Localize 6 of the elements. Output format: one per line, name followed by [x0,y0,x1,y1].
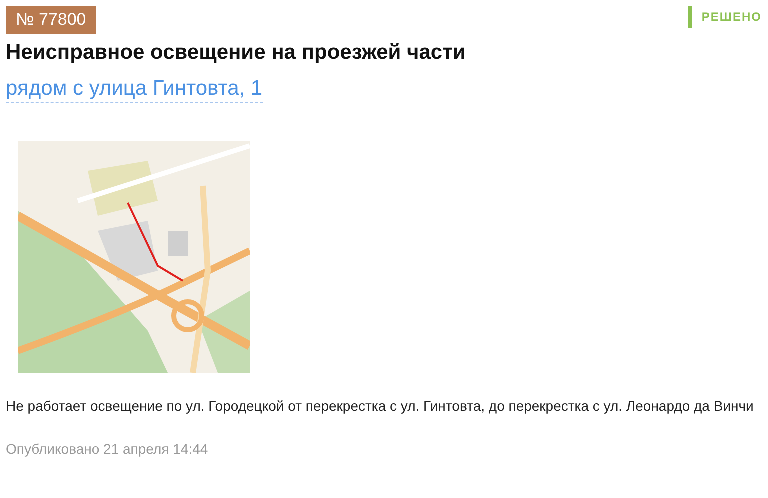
issue-description: Не работает освещение по ул. Городецкой от перекрестка с ул. Гинтовта, до перекрестка с ул. Леонардо да Винчи [6,397,755,416]
published-date: Опубликовано 21 апреля 14:44 [6,441,210,457]
issue-title: Неисправное освещение на проезжей части [6,40,467,66]
status-label: РЕШЕНО [688,6,762,28]
address-link[interactable]: рядом с улица Гинтовта, 1 [6,76,263,103]
issue-number-badge: № 77800 [6,6,96,34]
